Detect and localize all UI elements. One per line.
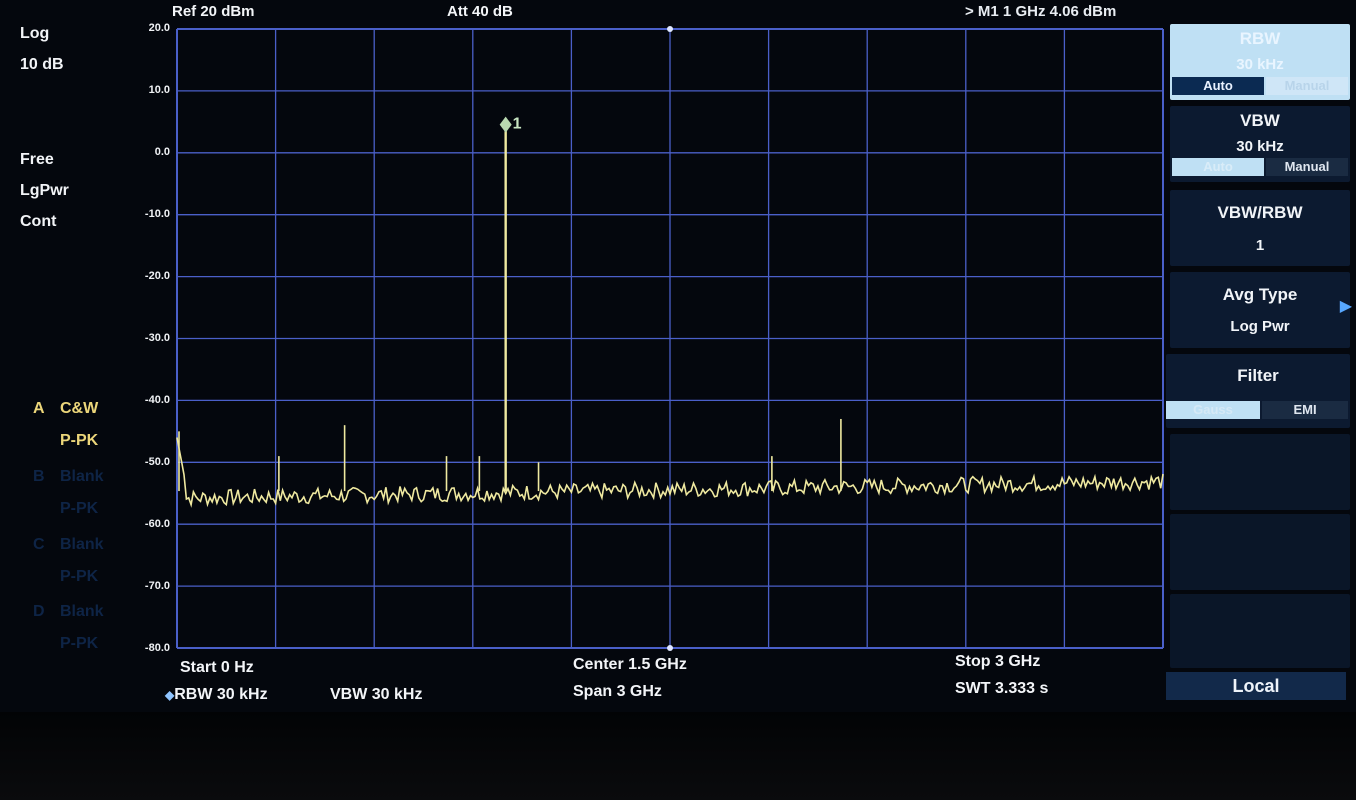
rbw-manual-option[interactable]: Manual	[1266, 77, 1348, 95]
rbw-softkey-value: 30 kHz	[1236, 56, 1284, 73]
marker-1: 1	[499, 116, 522, 133]
plot-grid	[176, 26, 1164, 651]
center-tick-icon	[667, 645, 673, 651]
sweep-time: SWT 3.333 s	[955, 680, 1049, 697]
avg-type-softkey[interactable]: Avg Type Log Pwr ▶	[1170, 272, 1352, 348]
vbw-rbw-value: 1	[1255, 237, 1265, 254]
empty-softkey-1[interactable]	[1170, 434, 1350, 510]
avg-type-title: Avg Type	[1222, 285, 1298, 304]
empty-softkey-2[interactable]	[1170, 514, 1350, 590]
avg-type-value: Log Pwr	[1230, 318, 1290, 335]
span: Span 3 GHz	[573, 683, 662, 700]
spur-lines	[178, 127, 842, 492]
rbw-auto-option[interactable]: Auto	[1172, 77, 1264, 95]
rbw-softkey-title: RBW	[1239, 29, 1281, 48]
center-tick-icon	[667, 26, 673, 32]
spectrum-plot: 1	[176, 26, 1164, 651]
vbw-rbw-title: VBW/RBW	[1217, 203, 1303, 222]
filter-gauss-option[interactable]: Gauss	[1166, 401, 1260, 419]
filter-emi-option[interactable]: EMI	[1262, 401, 1348, 419]
vbw-rbw-softkey[interactable]: VBW/RBW 1	[1170, 190, 1350, 266]
vbw-softkey-title: VBW	[1240, 111, 1280, 130]
rbw-value: RBW 30 kHz	[174, 686, 268, 703]
filter-title: Filter	[1237, 366, 1279, 385]
vbw-readout: VBW 30 kHz	[330, 686, 423, 703]
empty-softkey-3[interactable]	[1170, 594, 1350, 668]
stop-freq: Stop 3 GHz	[955, 653, 1041, 670]
vbw-softkey-value: 30 kHz	[1236, 138, 1284, 155]
diamond-icon: ◆	[165, 688, 175, 702]
vbw-manual-option[interactable]: Manual	[1266, 158, 1348, 176]
center-freq: Center 1.5 GHz	[573, 656, 687, 673]
rbw-readout: ◆RBW 30 kHz	[165, 686, 268, 704]
vbw-softkey[interactable]: VBW 30 kHz Auto Manual	[1170, 106, 1350, 182]
local-button[interactable]: Local	[1166, 672, 1346, 700]
vbw-auto-option[interactable]: Auto	[1172, 158, 1264, 176]
marker-diamond-icon	[499, 116, 512, 133]
filter-softkey[interactable]: Filter Gauss EMI	[1166, 354, 1350, 428]
submenu-arrow-icon: ▶	[1339, 298, 1352, 315]
marker-label: 1	[513, 116, 522, 133]
rbw-softkey[interactable]: RBW 30 kHz Auto Manual	[1170, 24, 1350, 100]
start-freq: Start 0 Hz	[180, 659, 254, 676]
bezel	[0, 712, 1356, 800]
